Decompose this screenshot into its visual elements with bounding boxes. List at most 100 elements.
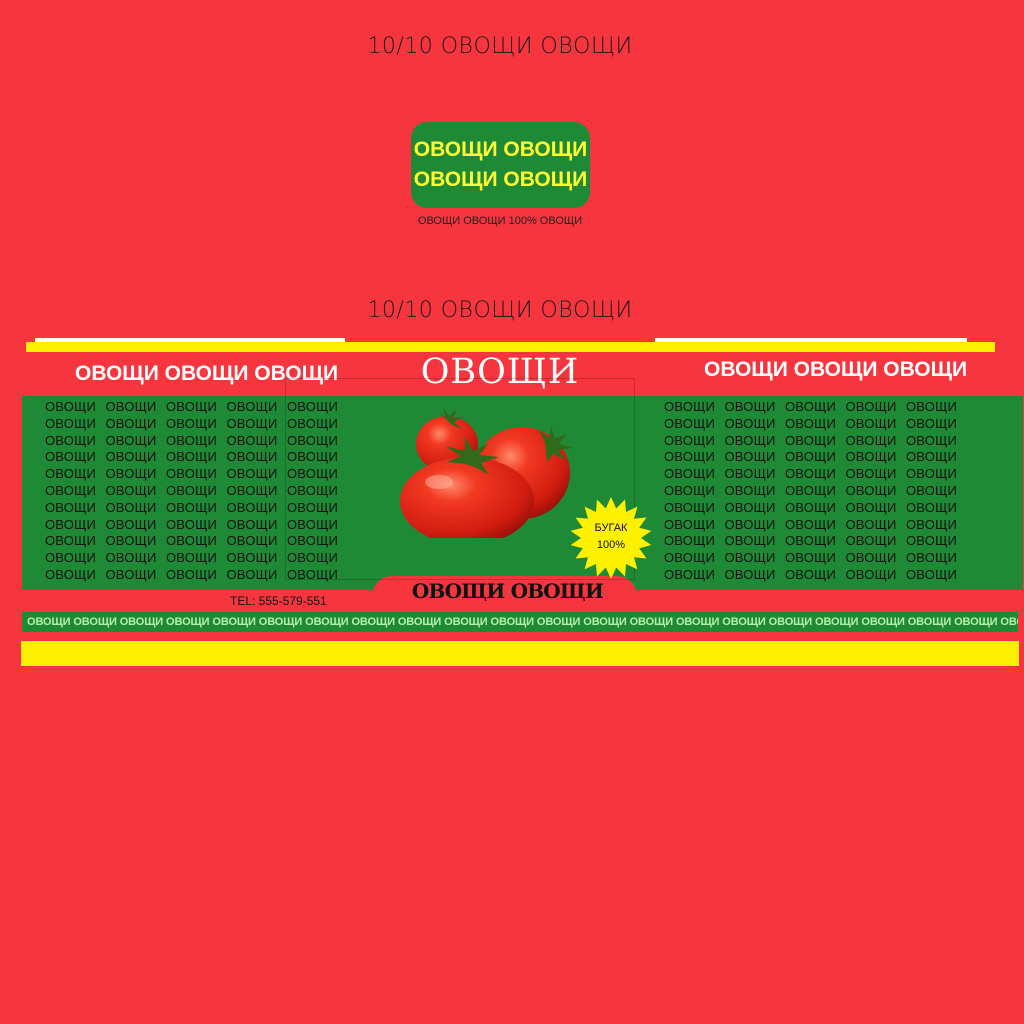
starburst-badge-text: БУГАК 100% — [574, 520, 648, 554]
grid-word: ОВОЩИ — [664, 533, 715, 549]
grid-word: ОВОЩИ — [45, 449, 96, 465]
grid-word: ОВОЩИ — [664, 449, 715, 465]
grid-word: ОВОЩИ — [906, 482, 957, 498]
top-heading: 10/10 ОВОЩИ ОВОЩИ — [367, 34, 633, 59]
grid-word: ОВОЩИ — [664, 499, 715, 515]
middle-heading: 10/10 ОВОЩИ ОВОЩИ — [367, 298, 633, 323]
grid-word: ОВОЩИ — [226, 499, 278, 515]
mini-badge-line-2: ОВОЩИ ОВОЩИ — [413, 168, 588, 191]
grid-word: ОВОЩИ — [664, 432, 715, 448]
grid-word: ОВОЩИ — [906, 449, 957, 465]
grid-word: ОВОЩИ — [845, 466, 897, 482]
grid-word: ОВОЩИ — [845, 449, 897, 465]
grid-word: ОВОЩИ — [45, 415, 96, 431]
grid-word: ОВОЩИ — [785, 415, 836, 431]
grid-word: ОВОЩИ — [287, 415, 338, 431]
grid-word: ОВОЩИ — [906, 466, 957, 482]
grid-word: ОВОЩИ — [785, 533, 836, 549]
grid-word: ОВОЩИ — [845, 550, 897, 566]
grid-word: ОВОЩИ — [105, 566, 157, 582]
grid-word: ОВОЩИ — [287, 550, 338, 566]
mini-badge-caption: ОВОЩИ ОВОЩИ 100% ОВОЩИ — [417, 215, 583, 227]
grid-word: ОВОЩИ — [724, 550, 776, 566]
word-ticker-strip: ОВОЩИ ОВОЩИ ОВОЩИ ОВОЩИ ОВОЩИ ОВОЩИ ОВОЩ… — [22, 612, 1018, 632]
grid-word: ОВОЩИ — [785, 466, 836, 482]
grid-word: ОВОЩИ — [105, 499, 157, 515]
grid-word: ОВОЩИ — [906, 432, 957, 448]
grid-word: ОВОЩИ — [105, 449, 157, 465]
grid-word: ОВОЩИ — [166, 533, 217, 549]
grid-word: ОВОЩИ — [845, 516, 897, 532]
grid-word: ОВОЩИ — [166, 432, 217, 448]
grid-word: ОВОЩИ — [45, 466, 96, 482]
grid-word: ОВОЩИ — [45, 482, 96, 498]
grid-word: ОВОЩИ — [845, 399, 897, 414]
grid-word: ОВОЩИ — [724, 533, 776, 549]
grid-word: ОВОЩИ — [166, 550, 217, 566]
grid-word: ОВОЩИ — [45, 499, 96, 515]
grid-word: ОВОЩИ — [845, 482, 897, 498]
grid-word: ОВОЩИ — [785, 566, 836, 582]
grid-word: ОВОЩИ — [105, 466, 157, 482]
grid-word: ОВОЩИ — [166, 482, 217, 498]
grid-word: ОВОЩИ — [845, 566, 897, 582]
grid-word: ОВОЩИ — [287, 466, 338, 482]
grid-word: ОВОЩИ — [226, 432, 278, 448]
grid-word: ОВОЩИ — [785, 399, 836, 414]
grid-word: ОВОЩИ — [166, 566, 217, 582]
bottom-banner-text: ОВОЩИ ОВОЩИ — [411, 579, 604, 603]
grid-word: ОВОЩИ — [664, 516, 715, 532]
grid-word: ОВОЩИ — [287, 449, 338, 465]
word-grid-right: ОВОЩИ ОВОЩИ ОВОЩИ ОВОЩИ ОВОЩИ ОВОЩИ ОВОЩИ ОВОЩИ… — [664, 399, 967, 584]
grid-word: ОВОЩИ — [226, 550, 278, 566]
grid-word: ОВОЩИ — [906, 399, 957, 414]
grid-word: ОВОЩИ — [166, 499, 217, 515]
grid-word: ОВОЩИ — [785, 516, 836, 532]
grid-word: ОВОЩИ — [287, 399, 338, 414]
grid-word: ОВОЩИ — [845, 533, 897, 549]
grid-word: ОВОЩИ — [724, 449, 776, 465]
grid-word: ОВОЩИ — [105, 399, 157, 414]
grid-word: ОВОЩИ — [287, 566, 338, 582]
grid-word: ОВОЩИ — [105, 550, 157, 566]
grid-word: ОВОЩИ — [166, 516, 217, 532]
grid-word: ОВОЩИ — [45, 550, 96, 566]
grid-word: ОВОЩИ — [45, 399, 96, 414]
grid-word: ОВОЩИ — [724, 499, 776, 515]
grid-word: ОВОЩИ — [845, 499, 897, 515]
grid-word: ОВОЩИ — [45, 432, 96, 448]
yellow-strip-bottom — [21, 641, 1019, 666]
grid-word: ОВОЩИ — [105, 533, 157, 549]
side-title-right: ОВОЩИ ОВОЩИ ОВОЩИ — [704, 358, 968, 381]
grid-word: ОВОЩИ — [785, 499, 836, 515]
grid-word: ОВОЩИ — [105, 415, 157, 431]
grid-word: ОВОЩИ — [287, 533, 338, 549]
mini-label-badge: ОВОЩИ ОВОЩИ ОВОЩИ ОВОЩИ — [411, 122, 590, 208]
word-grid-left: ОВОЩИ ОВОЩИ ОВОЩИ ОВОЩИ ОВОЩИ ОВОЩИ ОВОЩИ ОВОЩИ… — [45, 399, 348, 584]
grid-word: ОВОЩИ — [105, 482, 157, 498]
grid-word: ОВОЩИ — [226, 399, 278, 414]
grid-word: ОВОЩИ — [287, 482, 338, 498]
grid-word: ОВОЩИ — [724, 415, 776, 431]
grid-word: ОВОЩИ — [664, 466, 715, 482]
grid-word: ОВОЩИ — [724, 466, 776, 482]
grid-word: ОВОЩИ — [226, 533, 278, 549]
grid-word: ОВОЩИ — [45, 566, 96, 582]
grid-word: ОВОЩИ — [724, 516, 776, 532]
grid-word: ОВОЩИ — [287, 499, 338, 515]
grid-word: ОВОЩИ — [226, 466, 278, 482]
grid-word: ОВОЩИ — [226, 482, 278, 498]
grid-word: ОВОЩИ — [724, 399, 776, 414]
grid-word: ОВОЩИ — [785, 482, 836, 498]
grid-word: ОВОЩИ — [785, 550, 836, 566]
grid-word: ОВОЩИ — [226, 566, 278, 582]
mini-badge-line-1: ОВОЩИ ОВОЩИ — [413, 138, 588, 161]
grid-word: ОВОЩИ — [166, 449, 217, 465]
grid-word: ОВОЩИ — [166, 415, 217, 431]
grid-word: ОВОЩИ — [906, 415, 957, 431]
grid-word: ОВОЩИ — [105, 432, 157, 448]
grid-word: ОВОЩИ — [287, 432, 338, 448]
starburst-line-2: 100% — [596, 539, 626, 551]
grid-word: ОВОЩИ — [166, 466, 217, 482]
grid-word: ОВОЩИ — [664, 399, 715, 414]
